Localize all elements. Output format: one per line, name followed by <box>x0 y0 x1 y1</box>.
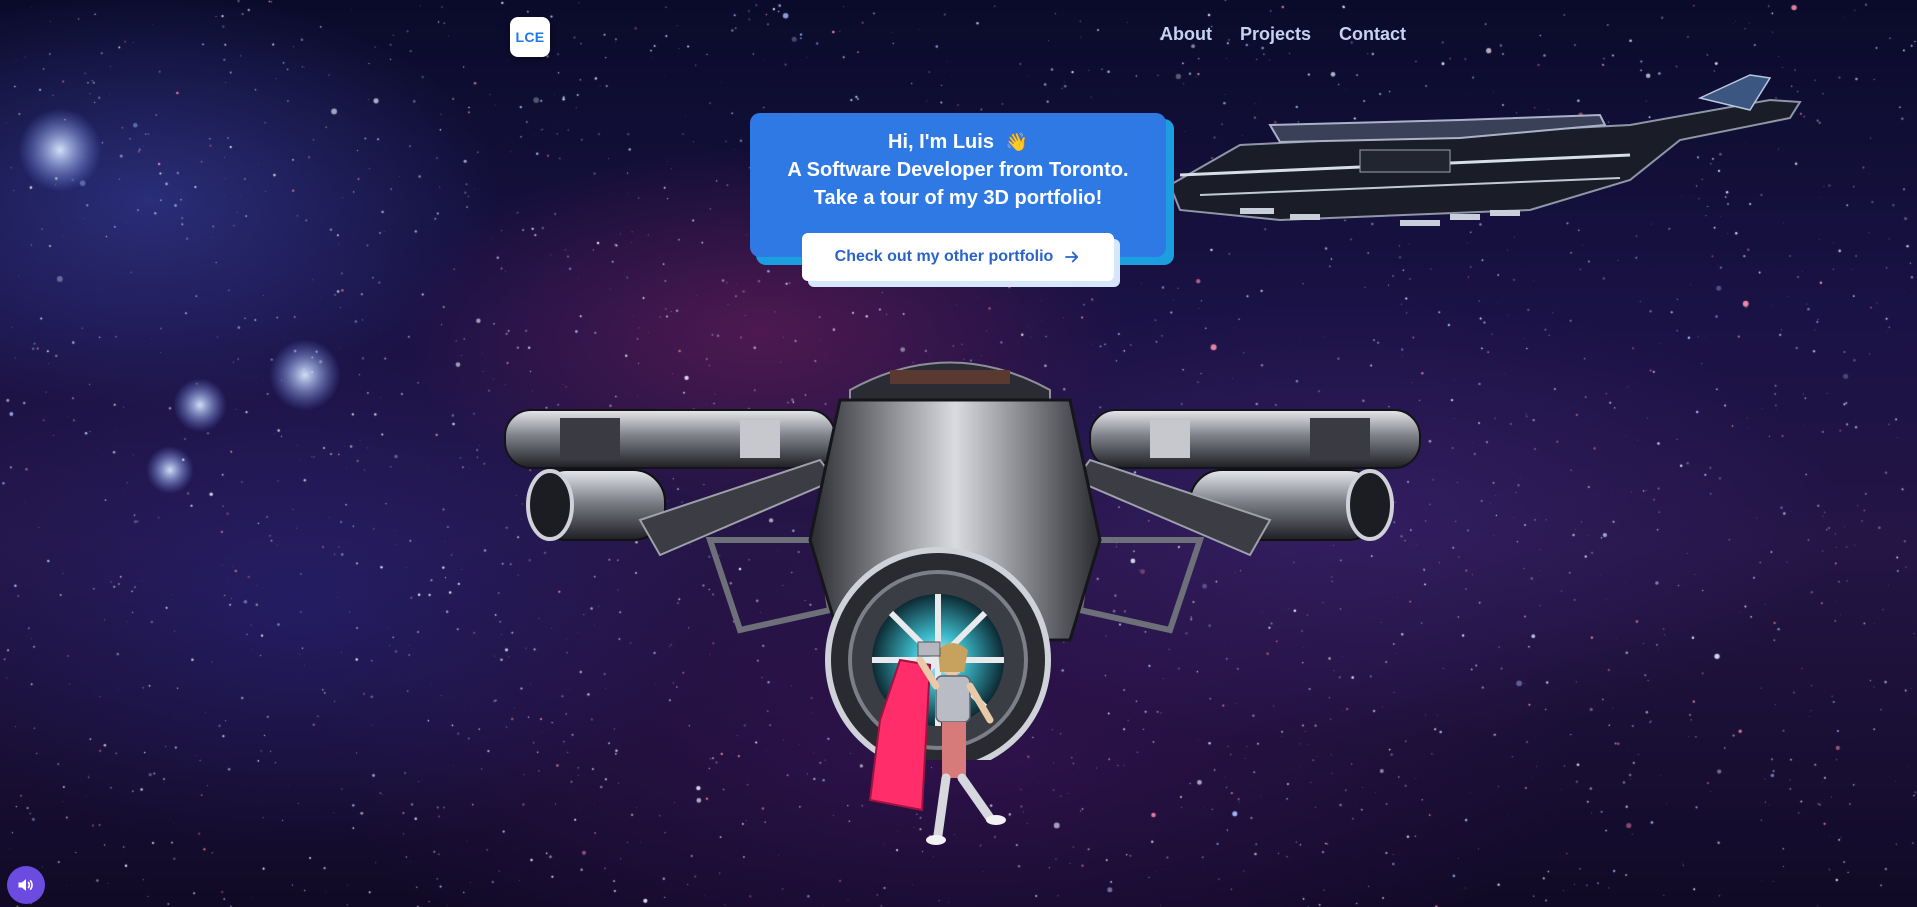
arrow-right-icon <box>1065 251 1079 263</box>
name-highlight: Luis <box>952 131 994 153</box>
nav-link-contact[interactable]: Contact <box>1339 24 1406 45</box>
intro-text: Hi, I'm Luis 👋 A Software Developer from… <box>750 128 1166 212</box>
cta-wrapper: Check out my other portfolio <box>802 233 1122 289</box>
greeting-line: Hi, I'm Luis 👋 <box>750 128 1166 156</box>
distant-spaceship <box>1168 74 1802 226</box>
greeting-prefix: Hi, I'm <box>888 131 948 153</box>
tagline-line: A Software Developer from Toronto. <box>787 159 1129 181</box>
nav-link-about[interactable]: About <box>1160 24 1212 45</box>
cta-label: Check out my other portfolio <box>834 248 1054 265</box>
navbar: LCE About Projects Contact <box>0 0 1917 72</box>
intro-card-body: Hi, I'm Luis 👋 A Software Developer from… <box>750 113 1166 287</box>
other-portfolio-button[interactable]: Check out my other portfolio <box>802 233 1114 281</box>
wave-hand-icon: 👋 <box>1005 132 1028 152</box>
speaker-icon <box>18 879 33 891</box>
nav-link-projects[interactable]: Projects <box>1240 24 1311 45</box>
space-scene[interactable]: LCE About Projects Contact Hi, I'm Luis … <box>0 0 1917 907</box>
nav-links: About Projects Contact <box>1160 24 1406 45</box>
intro-card: Hi, I'm Luis 👋 A Software Developer from… <box>750 113 1174 287</box>
logo-button[interactable]: LCE <box>510 17 550 57</box>
sound-toggle-button[interactable] <box>7 866 45 904</box>
character-figure <box>868 641 1006 845</box>
tour-line: Take a tour of my 3D portfolio! <box>813 187 1103 209</box>
